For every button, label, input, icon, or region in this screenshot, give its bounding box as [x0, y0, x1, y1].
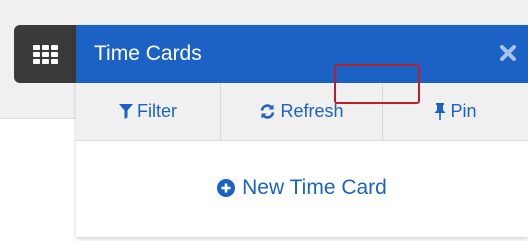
time-cards-panel: Time Cards Filter Refresh Pin New Time C… [76, 25, 528, 237]
plus-circle-icon [217, 179, 236, 197]
panel-title: Time Cards [94, 42, 202, 65]
close-button[interactable] [494, 39, 522, 67]
new-time-card-label: New Time Card [242, 176, 387, 199]
pin-label: Pin [450, 101, 477, 121]
refresh-button[interactable]: Refresh [221, 83, 383, 140]
close-icon [500, 45, 516, 61]
grid-icon [32, 44, 58, 64]
panel-toolbar: Filter Refresh Pin [76, 83, 528, 141]
new-time-card-button[interactable]: New Time Card [76, 173, 528, 203]
refresh-icon [259, 103, 276, 120]
filter-button[interactable]: Filter [76, 83, 221, 140]
refresh-label: Refresh [280, 101, 344, 121]
pin-button[interactable]: Pin [383, 83, 528, 140]
app-launcher-button[interactable] [14, 25, 76, 83]
filter-label: Filter [137, 101, 177, 121]
pin-icon [434, 103, 446, 120]
panel-header: Time Cards [76, 25, 528, 83]
filter-icon [119, 104, 133, 119]
